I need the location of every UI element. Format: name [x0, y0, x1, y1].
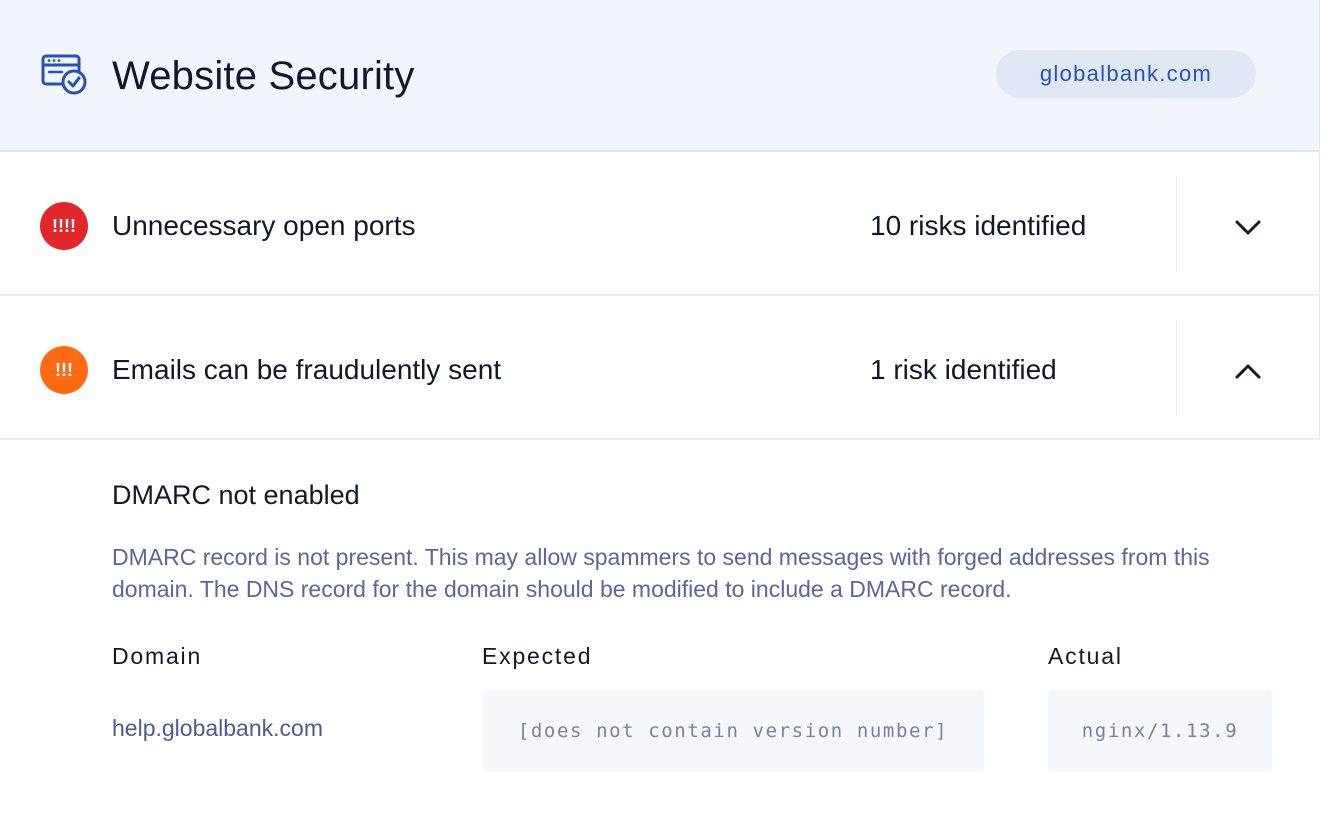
detail-title: DMARC not enabled	[112, 480, 360, 510]
risk-title: Unnecessary open ports	[112, 210, 416, 241]
chevron-up-icon[interactable]	[1226, 356, 1270, 386]
expected-value-box: [does not contain version number]	[482, 690, 984, 772]
domain-badge[interactable]: globalbank.com	[996, 50, 1256, 98]
column-header-actual: Actual	[1048, 643, 1123, 669]
risk-count: 1 risk identified	[870, 354, 1057, 385]
panel-header: Website Security globalbank.com	[0, 0, 1319, 152]
risk-title: Emails can be fraudulently sent	[112, 354, 502, 385]
column-header-domain: Domain	[112, 643, 203, 669]
row-divider	[1176, 176, 1177, 272]
row-divider	[1176, 320, 1177, 416]
detail-description: DMARC record is not present. This may al…	[112, 544, 1210, 602]
risk-row-open-ports[interactable]: !!!! Unnecessary open ports 10 risks ide…	[0, 152, 1320, 296]
browser-check-icon	[41, 54, 87, 95]
column-header-expected: Expected	[482, 643, 593, 669]
page-title: Website Security	[112, 54, 415, 98]
website-security-panel: Website Security globalbank.com !!!! Unn…	[0, 0, 1320, 824]
severity-high-badge: !!!	[40, 346, 88, 394]
chevron-down-icon[interactable]	[1226, 212, 1270, 242]
risk-count: 10 risks identified	[870, 210, 1087, 241]
domain-cell: help.globalbank.com	[112, 715, 323, 741]
risk-row-email-spoofing[interactable]: !!! Emails can be fraudulently sent 1 ri…	[0, 296, 1320, 440]
risk-detail-panel: DMARC not enabled DMARC record is not pr…	[0, 440, 1320, 824]
severity-critical-badge: !!!!	[40, 202, 88, 250]
actual-value-box: nginx/1.13.9	[1048, 690, 1272, 772]
